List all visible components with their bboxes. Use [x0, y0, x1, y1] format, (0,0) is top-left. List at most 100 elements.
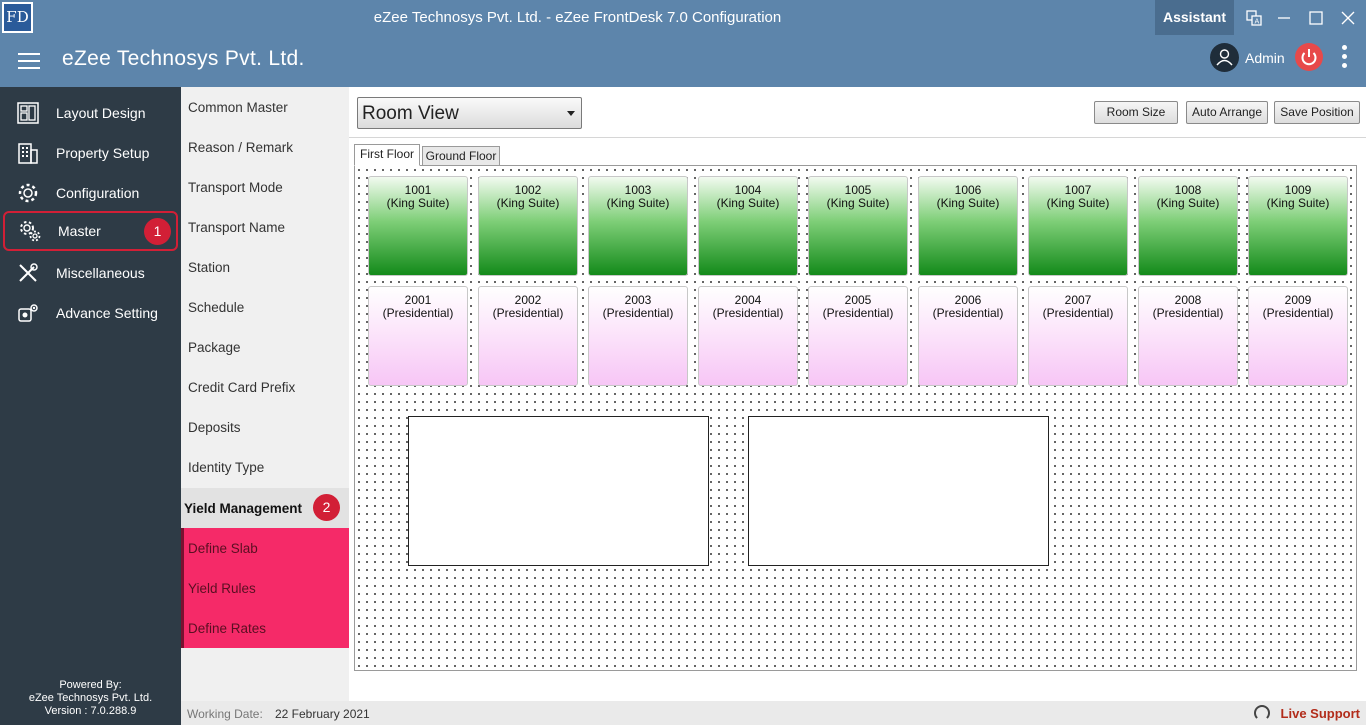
submenu-item-label: Yield Rules	[188, 581, 256, 596]
sidebar-item-property-setup[interactable]: Property Setup	[0, 133, 181, 173]
room-tile[interactable]: 2003 (Presidential)	[588, 286, 688, 386]
submenu-group-label: Yield Management	[184, 501, 303, 516]
room-tile[interactable]: 2007 (Presidential)	[1028, 286, 1128, 386]
room-type: (King Suite)	[936, 196, 1000, 210]
hamburger-menu-icon[interactable]	[18, 53, 40, 69]
tools-icon	[16, 261, 40, 285]
sidebar-item-label: Layout Design	[56, 105, 146, 121]
sidebar-item-label: Property Setup	[56, 145, 150, 161]
submenu-item-label: Define Slab	[188, 541, 258, 556]
headset-icon[interactable]	[1254, 705, 1270, 721]
room-tile[interactable]: 1001 (King Suite)	[368, 176, 468, 276]
submenu-item-yield-rules[interactable]: Yield Rules	[181, 568, 354, 608]
submenu-item-station[interactable]: Station	[181, 247, 354, 287]
room-type: (Presidential)	[602, 306, 674, 320]
submenu-item-define-slab[interactable]: Define Slab	[181, 528, 354, 568]
sidebar-item-master[interactable]: Master 1	[3, 211, 178, 251]
layout-box[interactable]	[748, 416, 1049, 566]
room-tile[interactable]: 2006 (Presidential)	[918, 286, 1018, 386]
submenu-item-reason-remark[interactable]: Reason / Remark	[181, 127, 354, 167]
tab-ground-floor[interactable]: Ground Floor	[422, 146, 500, 166]
user-avatar-icon[interactable]	[1210, 43, 1239, 72]
submenu-item-credit-card-prefix[interactable]: Credit Card Prefix	[181, 367, 354, 407]
maximize-icon[interactable]	[1300, 0, 1332, 35]
room-tile[interactable]: 1004 (King Suite)	[698, 176, 798, 276]
assistant-button[interactable]: Assistant	[1155, 0, 1234, 35]
main-content: Room View Room Size Auto Arrange Save Po…	[349, 87, 1366, 701]
submenu-item-label: Define Rates	[188, 621, 267, 636]
working-date-value: 22 February 2021	[275, 707, 370, 721]
submenu-item-label: Common Master	[188, 100, 288, 115]
layout-box[interactable]	[408, 416, 709, 566]
room-type: (Presidential)	[492, 306, 564, 320]
submenu-item-transport-name[interactable]: Transport Name	[181, 207, 354, 247]
submenu-item-label: Station	[188, 260, 231, 275]
submenu-item-label: Identity Type	[188, 460, 265, 475]
submenu-item-common-master[interactable]: Common Master	[181, 87, 354, 127]
svg-text:A: A	[1255, 17, 1260, 25]
submenu-item-define-rates[interactable]: Define Rates	[181, 608, 354, 648]
power-icon[interactable]	[1295, 43, 1323, 71]
room-tile[interactable]: 1008 (King Suite)	[1138, 176, 1238, 276]
minimize-icon[interactable]	[1268, 0, 1300, 35]
master-submenu: Common Master Reason / Remark Transport …	[181, 87, 354, 701]
submenu-group-yield-management[interactable]: Yield Management 2	[181, 488, 354, 528]
sidebar-item-configuration[interactable]: Configuration	[0, 173, 181, 213]
view-select[interactable]: Room View	[357, 97, 582, 129]
user-name[interactable]: Admin	[1245, 50, 1285, 66]
building-icon	[16, 141, 40, 165]
room-tile[interactable]: 2004 (Presidential)	[698, 286, 798, 386]
room-tile[interactable]: 2001 (Presidential)	[368, 286, 468, 386]
room-type: (King Suite)	[1046, 196, 1110, 210]
window-title: eZee Technosys Pvt. Ltd. - eZee FrontDes…	[373, 9, 782, 26]
submenu-item-deposits[interactable]: Deposits	[181, 407, 354, 447]
advance-gear-icon	[16, 301, 40, 325]
auto-arrange-button[interactable]: Auto Arrange	[1186, 101, 1268, 124]
working-date-label: Working Date:	[187, 707, 263, 721]
room-tile[interactable]: 2005 (Presidential)	[808, 286, 908, 386]
powered-by: Powered By: eZee Technosys Pvt. Ltd. Ver…	[0, 679, 181, 718]
room-size-button[interactable]: Room Size	[1094, 101, 1178, 124]
divider	[349, 137, 1366, 138]
room-tile[interactable]: 1006 (King Suite)	[918, 176, 1018, 276]
floor-layout-canvas[interactable]: 1001 (King Suite) 1002 (King Suite) 1003 (K…	[354, 165, 1357, 671]
tab-first-floor[interactable]: First Floor	[354, 144, 420, 166]
room-tile[interactable]: 1009 (King Suite)	[1248, 176, 1348, 276]
submenu-item-identity-type[interactable]: Identity Type	[181, 447, 354, 487]
room-tile[interactable]: 2008 (Presidential)	[1138, 286, 1238, 386]
submenu-item-label: Credit Card Prefix	[188, 380, 296, 395]
gear-icon	[16, 181, 40, 205]
sidebar-item-layout-design[interactable]: Layout Design	[0, 93, 181, 133]
room-tile[interactable]: 1003 (King Suite)	[588, 176, 688, 276]
close-icon[interactable]	[1332, 0, 1364, 35]
powered-by-label: Powered By:	[59, 679, 122, 691]
title-bar: FD eZee Technosys Pvt. Ltd. - eZee Front…	[0, 0, 1366, 35]
room-type: (Presidential)	[1152, 306, 1224, 320]
version-label: Version : 7.0.288.9	[44, 705, 137, 717]
room-tile[interactable]: 2009 (Presidential)	[1248, 286, 1348, 386]
more-options-icon[interactable]	[1336, 45, 1352, 71]
submenu-item-schedule[interactable]: Schedule	[181, 287, 354, 327]
room-tile[interactable]: 1007 (King Suite)	[1028, 176, 1128, 276]
sidebar-item-miscellaneous[interactable]: Miscellaneous	[0, 253, 181, 293]
room-tile[interactable]: 1002 (King Suite)	[478, 176, 578, 276]
submenu-item-transport-mode[interactable]: Transport Mode	[181, 167, 354, 207]
step-badge: 2	[313, 494, 340, 521]
room-type: (Presidential)	[822, 306, 894, 320]
room-type: (King Suite)	[826, 196, 890, 210]
submenu-item-label: Deposits	[188, 420, 241, 435]
room-tile[interactable]: 1005 (King Suite)	[808, 176, 908, 276]
submenu-item-label: Transport Mode	[188, 180, 283, 195]
chevron-down-icon	[567, 111, 575, 116]
live-support-link[interactable]: Live Support	[1281, 706, 1360, 721]
sidebar-item-label: Miscellaneous	[56, 265, 145, 281]
submenu-item-package[interactable]: Package	[181, 327, 354, 367]
room-type: (King Suite)	[716, 196, 780, 210]
room-type: (King Suite)	[606, 196, 670, 210]
translate-icon[interactable]: A	[1238, 0, 1270, 35]
save-position-button[interactable]: Save Position	[1274, 101, 1360, 124]
room-type: (Presidential)	[1042, 306, 1114, 320]
room-tile[interactable]: 2002 (Presidential)	[478, 286, 578, 386]
sidebar-item-advance-setting[interactable]: Advance Setting	[0, 293, 181, 333]
room-type: (King Suite)	[1266, 196, 1330, 210]
